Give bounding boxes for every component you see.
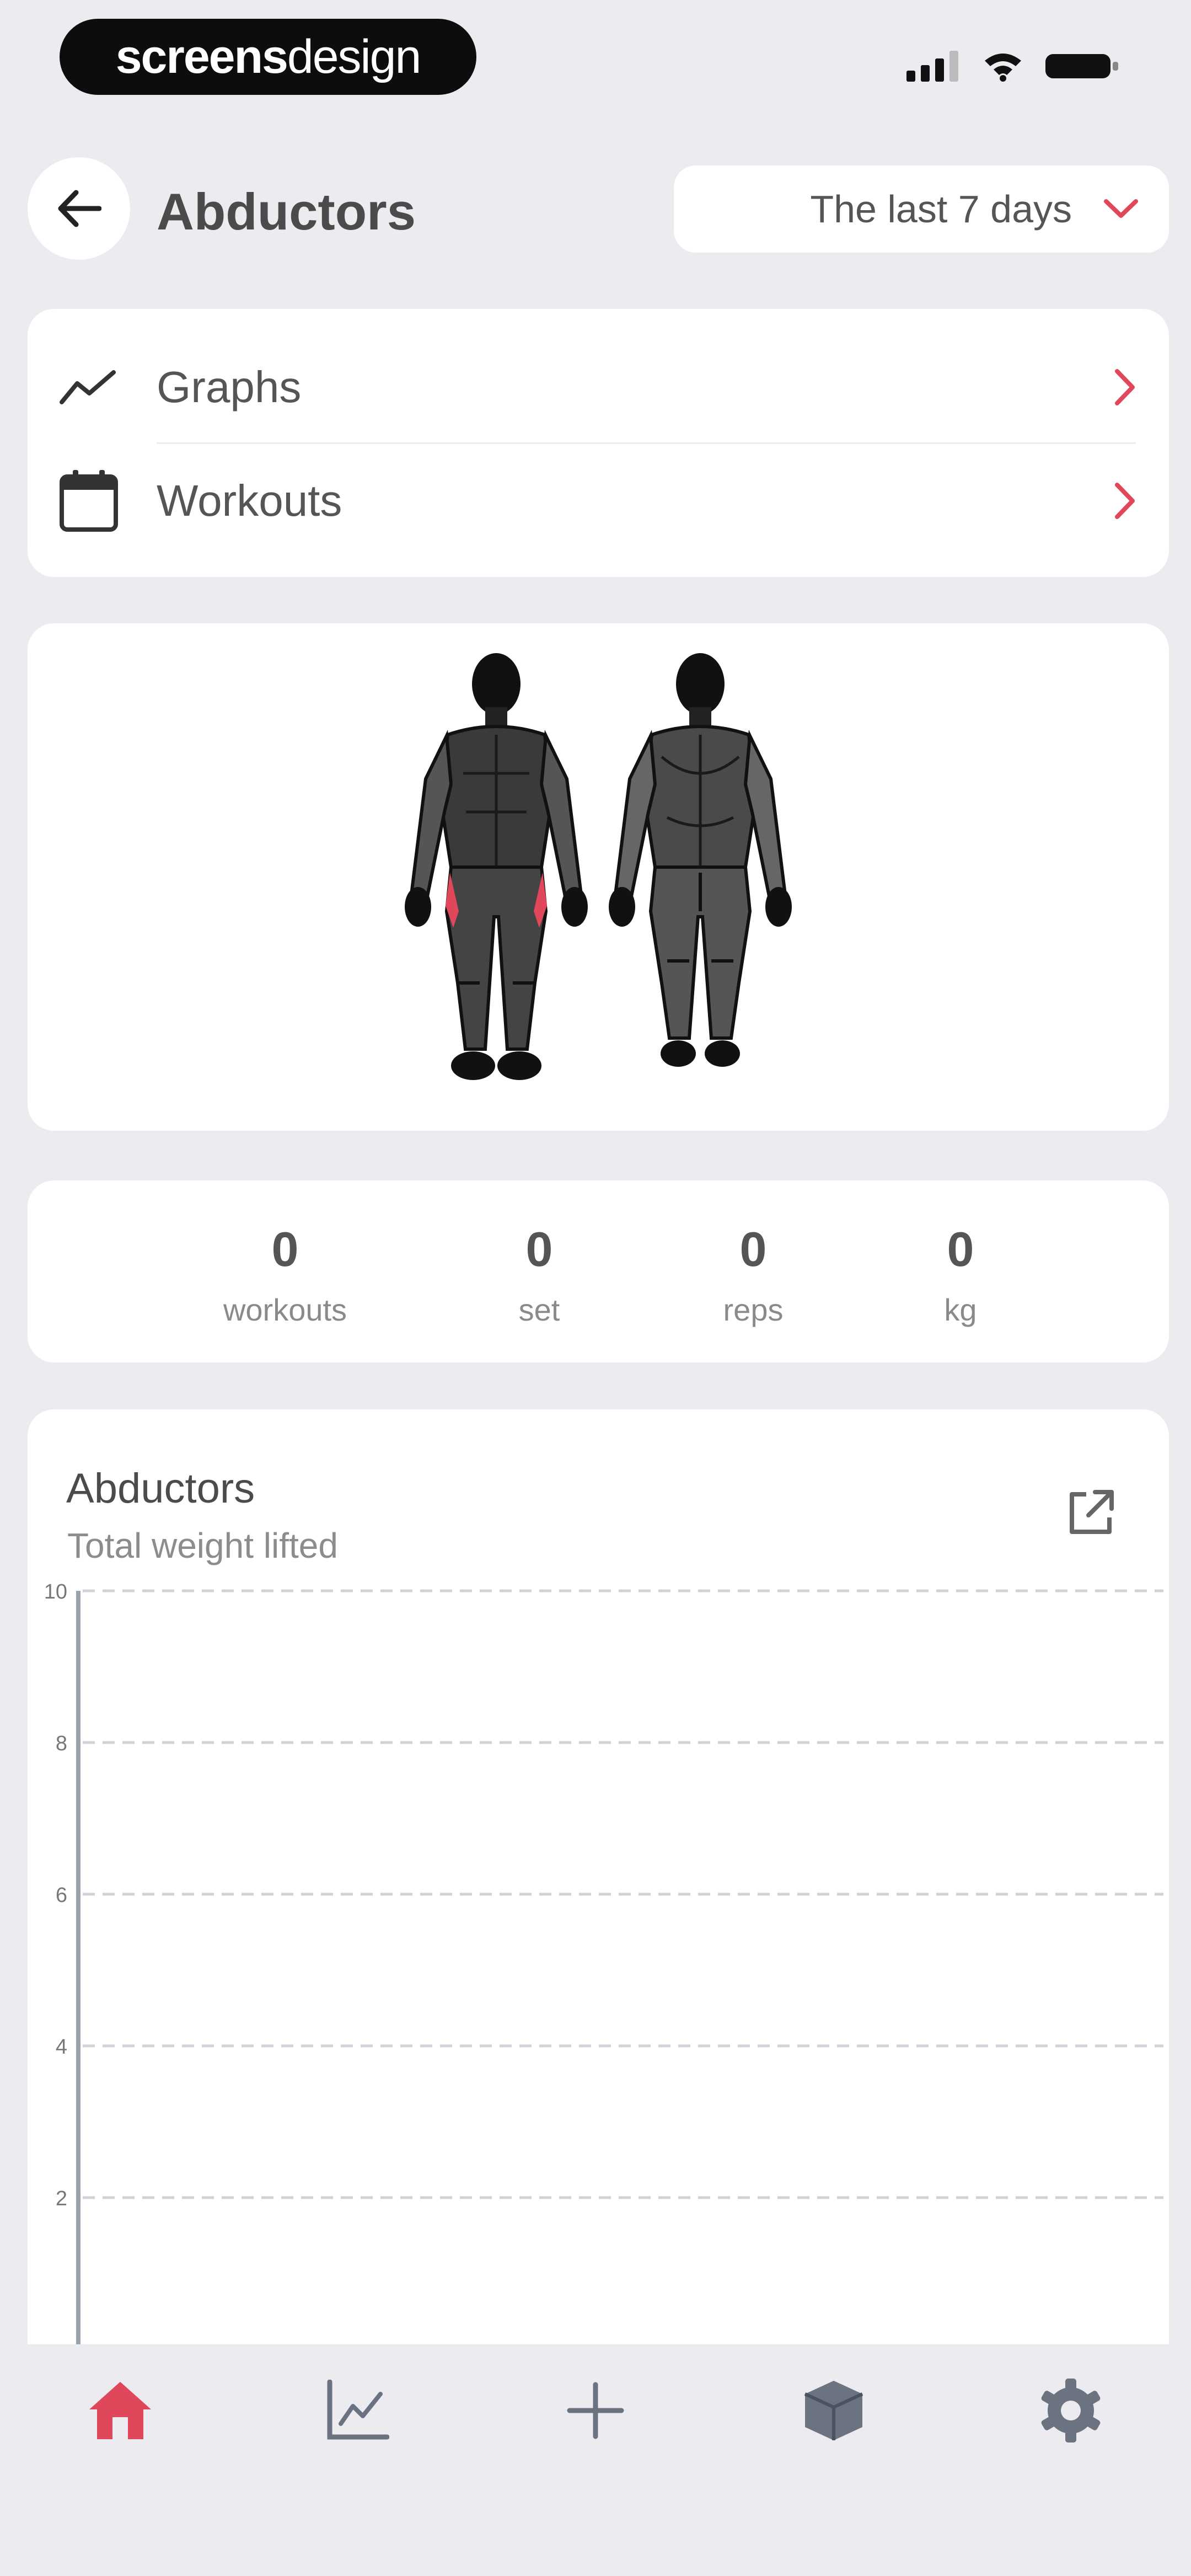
chart-title: Abductors [66,1465,255,1512]
chevron-right-icon [1115,483,1135,519]
stat-value: 0 [739,1222,767,1276]
brand-badge: screens design [60,19,476,95]
chart-icon [327,2380,389,2440]
chevron-down-icon [1104,199,1138,218]
stat-value: 0 [525,1222,553,1276]
stat-label: reps [723,1292,784,1327]
back-button[interactable] [28,157,130,260]
date-range-value: The last 7 days [810,188,1072,231]
tab-settings[interactable] [1032,2372,1109,2449]
body-front-figure [405,653,588,1080]
nav-item-label: Graphs [157,362,302,411]
y-tick-label: 4 [56,2035,67,2059]
trend-line-icon [60,370,116,404]
stat-value: 0 [947,1222,974,1276]
gear-icon [1041,2379,1101,2443]
stat-label: workouts [223,1292,347,1327]
brand-light: design [287,30,421,83]
signal-icon [906,51,958,82]
plus-icon [567,2382,624,2439]
nav-divider [157,442,1136,444]
stat-label: set [518,1292,560,1327]
open-external-icon[interactable] [1064,1487,1117,1540]
stats-card: 0 workouts 0 set 0 reps 0 kg [28,1180,1169,1362]
nav-item-workouts[interactable]: Workouts [28,446,1169,556]
calendar-icon [60,470,118,532]
brand-bold: screens [115,30,288,83]
stat-label: kg [944,1292,977,1327]
nav-item-graphs[interactable]: Graphs [28,332,1169,442]
date-range-select[interactable]: The last 7 days [674,165,1169,253]
chevron-right-icon [1115,369,1135,405]
y-tick-label: 6 [56,1884,67,1907]
stat-value: 0 [271,1222,299,1276]
tab-graphs[interactable] [319,2372,396,2449]
home-icon [89,2382,151,2439]
body-back-figure [609,653,792,1067]
y-tick-label: 10 [44,1580,67,1604]
tab-exercises[interactable] [795,2372,872,2449]
nav-list-card: Graphs Workouts [28,309,1169,577]
muscle-map-card [28,623,1169,1131]
status-icons [906,50,1119,82]
nav-item-label: Workouts [157,476,342,525]
y-tick-label: 2 [56,2187,67,2210]
tab-add[interactable] [557,2372,634,2449]
chart-subtitle: Total weight lifted [67,1526,338,1565]
page-title: Abductors [157,183,416,241]
battery-icon [1045,54,1118,78]
chart-plot-area: 10 8 6 4 2 [44,1580,1163,2350]
arrow-left-icon [58,190,101,227]
y-tick-label: 8 [56,1732,67,1755]
box-icon [804,2381,863,2440]
tab-home[interactable] [82,2372,159,2449]
wifi-icon [985,54,1021,82]
